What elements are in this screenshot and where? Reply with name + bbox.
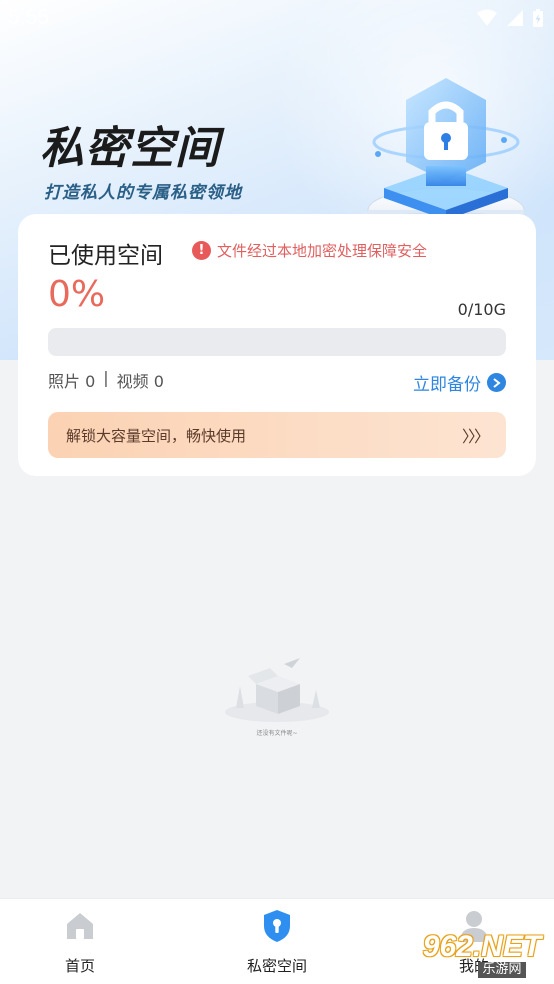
used-space-label: 已使用空间 bbox=[48, 243, 163, 269]
status-bar: 5:55 bbox=[0, 0, 554, 38]
tab-home-label: 首页 bbox=[64, 957, 95, 975]
page-subtitle: 打造私人的专属私密领地 bbox=[44, 183, 242, 203]
status-icons bbox=[476, 8, 544, 28]
count-separator: | bbox=[103, 368, 109, 387]
wifi-icon bbox=[477, 9, 497, 26]
empty-box-icon bbox=[225, 658, 329, 722]
shield-icon bbox=[264, 910, 290, 942]
photo-count: 照片 0 bbox=[48, 372, 96, 391]
unlock-capacity-label: 解锁大容量空间，畅快使用 bbox=[66, 426, 247, 445]
storage-card: 已使用空间 ! 文件经过本地加密处理保障安全 0% 0/10G 照片 0 | 视… bbox=[18, 214, 536, 476]
used-percent: 0% bbox=[48, 274, 106, 315]
page-title: 私密空间 bbox=[40, 123, 220, 174]
triple-chevron-icon: 〉〉〉 bbox=[461, 427, 490, 446]
tab-home[interactable]: 首页 bbox=[20, 909, 140, 976]
encryption-notice-text: 文件经过本地加密处理保障安全 bbox=[217, 242, 428, 260]
status-time: 5:55 bbox=[8, 6, 49, 29]
empty-state-text: 还没有文件呢~ bbox=[256, 730, 298, 737]
unlock-capacity-banner[interactable]: 解锁大容量空间，畅快使用 〉〉〉 bbox=[48, 412, 506, 458]
tab-private-space[interactable]: 私密空间 bbox=[217, 909, 337, 976]
watermark-logo: 962.NET bbox=[422, 930, 542, 963]
signal-icon bbox=[507, 10, 523, 26]
battery-icon bbox=[533, 9, 543, 27]
exclamation-icon: ! bbox=[192, 241, 211, 260]
watermark-subtext: 乐游网 bbox=[478, 962, 526, 978]
backup-now-label: 立即备份 bbox=[413, 375, 481, 395]
backup-now-button[interactable]: 立即备份 bbox=[413, 370, 506, 395]
media-counts: 照片 0 | 视频 0 bbox=[48, 368, 164, 392]
storage-progress-bar bbox=[48, 328, 506, 356]
quota-text: 0/10G bbox=[457, 300, 506, 319]
empty-state: 还没有文件呢~ bbox=[222, 656, 332, 737]
home-icon bbox=[67, 913, 93, 939]
video-count: 视频 0 bbox=[116, 372, 164, 391]
tab-private-space-label: 私密空间 bbox=[246, 957, 307, 975]
site-watermark: 962.NET 乐游网 bbox=[412, 932, 552, 982]
encryption-notice: ! 文件经过本地加密处理保障安全 bbox=[192, 240, 427, 261]
chevron-right-icon bbox=[487, 373, 506, 392]
